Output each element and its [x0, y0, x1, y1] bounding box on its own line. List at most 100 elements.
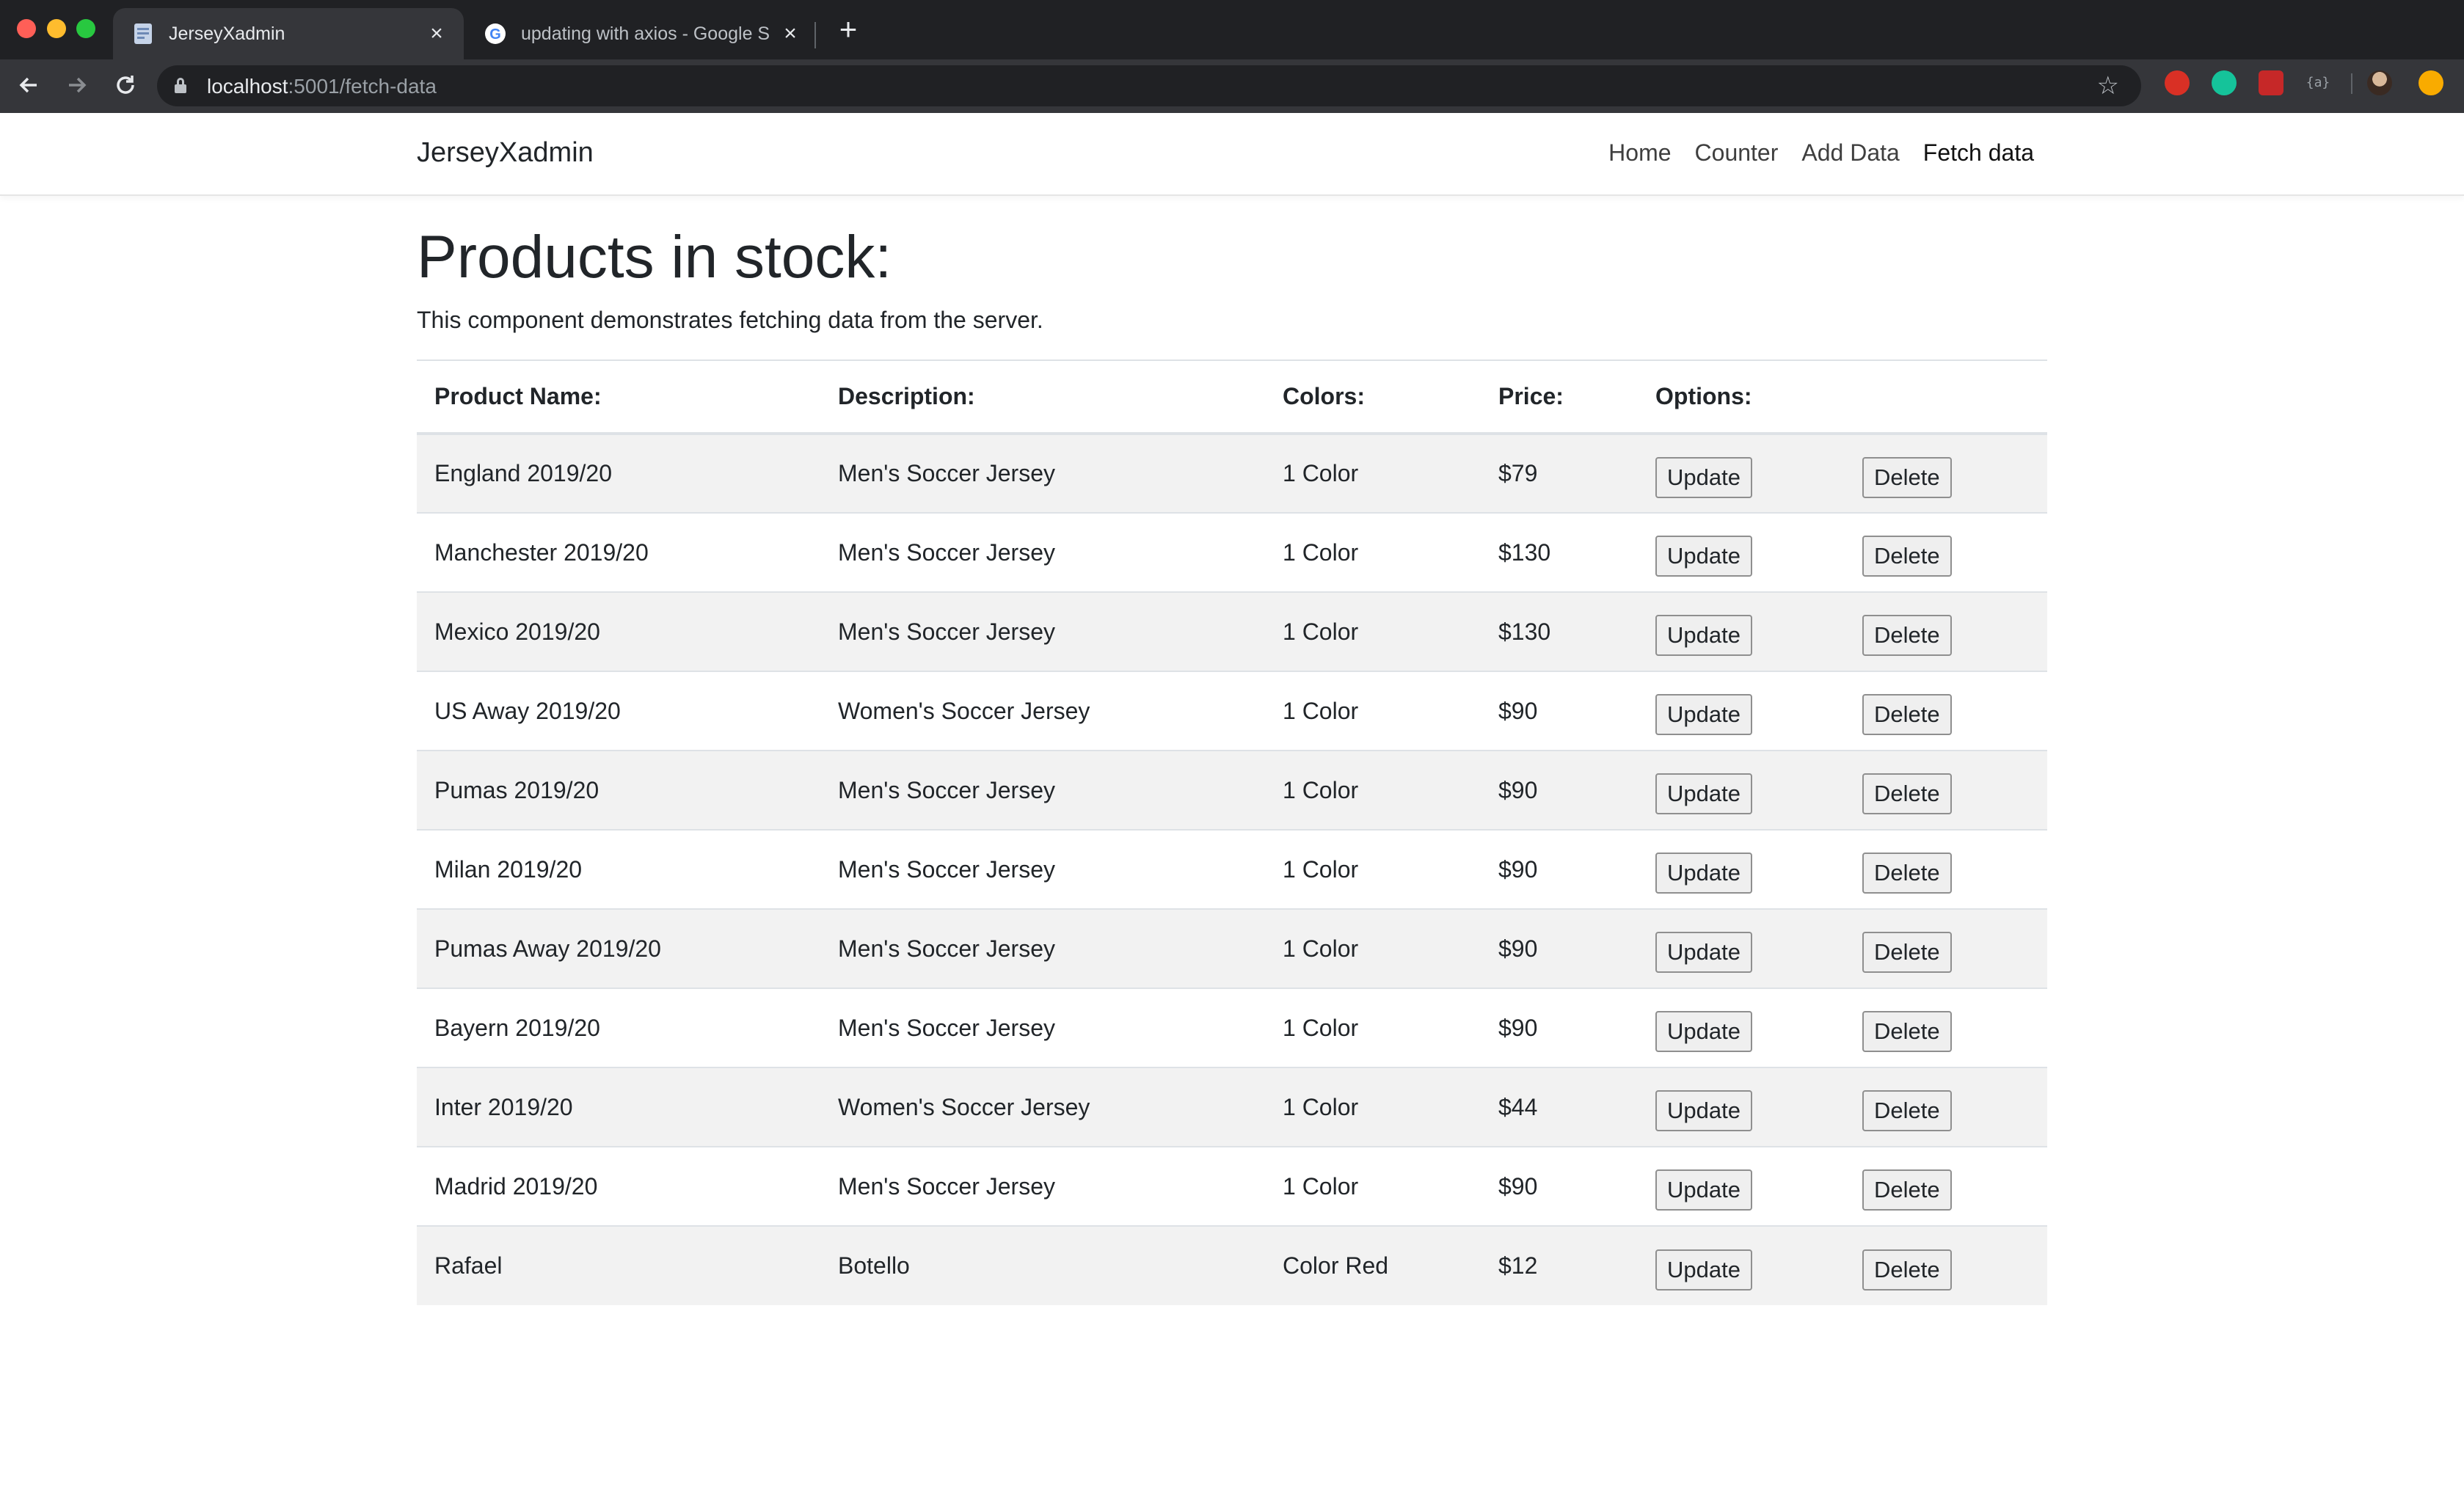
minimize-window-button[interactable] — [47, 19, 66, 38]
google-icon: G — [484, 23, 506, 45]
update-menu-icon[interactable] — [2419, 70, 2443, 95]
table-row: England 2019/20 Men's Soccer Jersey 1 Colo… — [417, 433, 2047, 513]
page-icon — [132, 23, 154, 45]
cell-product-name: Rafael — [417, 1225, 820, 1305]
cell-update: Update — [1638, 433, 1845, 513]
update-button[interactable]: Update — [1655, 1011, 1752, 1052]
delete-button[interactable]: Delete — [1862, 853, 1952, 894]
delete-button[interactable]: Delete — [1862, 1169, 1952, 1211]
tab-title: updating with axios - Google S — [521, 23, 770, 44]
page-subtitle: This component demonstrates fetching dat… — [417, 307, 1043, 333]
table-header-row: Product Name: Description: Colors: Price… — [417, 359, 2047, 435]
cell-product-name: Inter 2019/20 — [417, 1067, 820, 1147]
delete-button[interactable]: Delete — [1862, 456, 1952, 498]
reload-icon[interactable] — [112, 73, 139, 101]
cell-update: Update — [1638, 1067, 1845, 1147]
new-tab-button[interactable]: + — [834, 14, 863, 45]
update-button[interactable]: Update — [1655, 932, 1752, 973]
cell-description: Men's Soccer Jersey — [820, 829, 1265, 909]
cell-colors: 1 Color — [1265, 591, 1481, 671]
delete-button[interactable]: Delete — [1862, 1090, 1952, 1131]
delete-button[interactable]: Delete — [1862, 773, 1952, 814]
close-icon[interactable]: × — [781, 23, 800, 45]
column-header-product-name: Product Name: — [417, 359, 820, 435]
cell-description: Men's Soccer Jersey — [820, 750, 1265, 830]
cell-product-name: US Away 2019/20 — [417, 671, 820, 751]
delete-button[interactable]: Delete — [1862, 536, 1952, 577]
address-bar[interactable]: localhost:5001/fetch-data ☆ — [157, 65, 2141, 106]
extension-icon[interactable] — [2259, 70, 2283, 95]
url-text[interactable]: localhost:5001/fetch-data — [207, 75, 437, 98]
lock-icon[interactable] — [175, 78, 186, 93]
star-icon[interactable]: ☆ — [2097, 71, 2119, 101]
browser-tab-strip: JerseyXadmin × G updating with axios - G… — [0, 0, 2464, 59]
cell-delete: Delete — [1845, 750, 2047, 830]
table-row: Madrid 2019/20 Men's Soccer Jersey 1 Color… — [417, 1146, 2047, 1226]
forward-arrow-icon[interactable] — [63, 73, 91, 101]
cell-product-name: Madrid 2019/20 — [417, 1146, 820, 1226]
cell-product-name: England 2019/20 — [417, 433, 820, 513]
cell-colors: 1 Color — [1265, 433, 1481, 513]
cell-price: $90 — [1481, 671, 1638, 751]
delete-button[interactable]: Delete — [1862, 1011, 1952, 1052]
cell-price: $44 — [1481, 1067, 1638, 1147]
close-window-button[interactable] — [17, 19, 36, 38]
update-button[interactable]: Update — [1655, 1090, 1752, 1131]
brand-link[interactable]: JerseyXadmin — [417, 137, 594, 169]
update-button[interactable]: Update — [1655, 853, 1752, 894]
update-button[interactable]: Update — [1655, 773, 1752, 814]
cell-update: Update — [1638, 988, 1845, 1067]
cell-update: Update — [1638, 1225, 1845, 1305]
cell-price: $90 — [1481, 829, 1638, 909]
table-row: Bayern 2019/20 Men's Soccer Jersey 1 Color… — [417, 988, 2047, 1067]
cell-description: Botello — [820, 1225, 1265, 1305]
cell-colors: 1 Color — [1265, 1067, 1481, 1147]
json-viewer-icon[interactable]: {a} — [2306, 70, 2330, 95]
update-button[interactable]: Update — [1655, 1169, 1752, 1211]
table-row: Pumas 2019/20 Men's Soccer Jersey 1 Color $… — [417, 750, 2047, 830]
delete-button[interactable]: Delete — [1862, 1249, 1952, 1291]
grammarly-icon[interactable] — [2212, 70, 2237, 95]
column-header-description: Description: — [820, 359, 1265, 435]
adblock-icon[interactable] — [2165, 70, 2190, 95]
back-arrow-icon[interactable] — [15, 73, 43, 101]
cell-delete: Delete — [1845, 512, 2047, 592]
cell-colors: 1 Color — [1265, 908, 1481, 988]
table-row: Inter 2019/20 Women's Soccer Jersey 1 Colo… — [417, 1067, 2047, 1147]
cell-delete: Delete — [1845, 1067, 2047, 1147]
cell-delete: Delete — [1845, 1146, 2047, 1226]
close-icon[interactable]: × — [427, 23, 446, 45]
update-button[interactable]: Update — [1655, 456, 1752, 498]
main-content: Products in stock: This component demons… — [417, 217, 2047, 1305]
products-table: Product Name: Description: Colors: Price… — [417, 359, 2047, 1305]
update-button[interactable]: Update — [1655, 615, 1752, 656]
cell-description: Men's Soccer Jersey — [820, 591, 1265, 671]
nav-link-fetch-data[interactable]: Fetch data — [1923, 139, 2034, 167]
maximize-window-button[interactable] — [76, 19, 95, 38]
nav-link-counter[interactable]: Counter — [1695, 139, 1779, 167]
update-button[interactable]: Update — [1655, 536, 1752, 577]
nav-links: Home Counter Add Data Fetch data — [1585, 139, 2034, 167]
nav-link-add-data[interactable]: Add Data — [1801, 139, 1899, 167]
app-navbar: JerseyXadmin Home Counter Add Data Fetch… — [0, 113, 2464, 196]
cell-colors: 1 Color — [1265, 1146, 1481, 1226]
cell-product-name: Pumas Away 2019/20 — [417, 908, 820, 988]
delete-button[interactable]: Delete — [1862, 694, 1952, 735]
nav-link-home[interactable]: Home — [1608, 139, 1671, 167]
cell-update: Update — [1638, 671, 1845, 751]
profile-avatar-icon[interactable] — [2367, 70, 2392, 95]
cell-update: Update — [1638, 512, 1845, 592]
cell-update: Update — [1638, 750, 1845, 830]
browser-tab-active[interactable]: JerseyXadmin × — [113, 8, 464, 59]
column-header-colors: Colors: — [1265, 359, 1481, 435]
cell-price: $12 — [1481, 1225, 1638, 1305]
cell-product-name: Manchester 2019/20 — [417, 512, 820, 592]
cell-description: Men's Soccer Jersey — [820, 512, 1265, 592]
browser-tab-inactive[interactable]: G updating with axios - Google S × — [465, 8, 817, 59]
update-button[interactable]: Update — [1655, 694, 1752, 735]
update-button[interactable]: Update — [1655, 1249, 1752, 1291]
delete-button[interactable]: Delete — [1862, 615, 1952, 656]
delete-button[interactable]: Delete — [1862, 932, 1952, 973]
cell-delete: Delete — [1845, 908, 2047, 988]
cell-delete: Delete — [1845, 433, 2047, 513]
